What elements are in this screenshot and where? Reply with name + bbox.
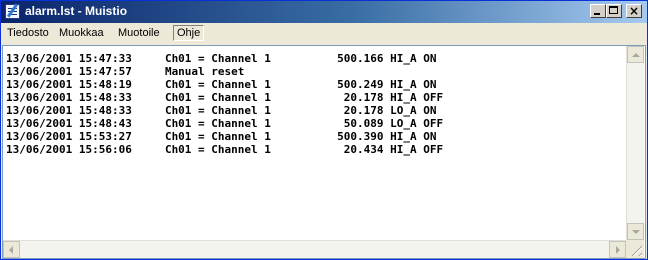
text-line: 13/06/2001 15:48:33 Ch01 = Channel 1 20.… — [6, 91, 444, 104]
text-area[interactable]: 13/06/2001 15:47:33 Ch01 = Channel 1 500… — [6, 52, 625, 238]
close-icon: × — [628, 4, 640, 18]
text-line: 13/06/2001 15:48:43 Ch01 = Channel 1 50.… — [6, 117, 444, 130]
notepad-icon[interactable] — [5, 4, 20, 19]
scroll-left-button[interactable] — [3, 241, 20, 258]
scroll-up-button[interactable] — [627, 46, 644, 63]
menu-file[interactable]: Tiedosto — [7, 25, 49, 41]
scroll-down-button[interactable] — [627, 223, 644, 240]
maximize-button[interactable] — [606, 4, 622, 18]
resize-grip[interactable] — [626, 240, 644, 258]
arrow-left-icon — [9, 246, 13, 254]
minimize-icon — [594, 13, 600, 15]
notepad-window: alarm.lst - Muistio × Tiedosto Muokkaa M… — [0, 0, 648, 260]
vertical-scrollbar[interactable] — [626, 46, 644, 240]
title-bar[interactable]: alarm.lst - Muistio × — [1, 1, 647, 23]
text-line: 13/06/2001 15:56:06 Ch01 = Channel 1 20.… — [6, 143, 444, 156]
arrow-down-icon — [632, 230, 640, 234]
menu-bar: Tiedosto Muokkaa Muotoile Ohje — [1, 23, 647, 43]
arrow-right-icon — [616, 246, 620, 254]
menu-help[interactable]: Ohje — [173, 25, 205, 41]
text-line: 13/06/2001 15:53:27 Ch01 = Channel 1 500… — [6, 130, 437, 143]
horizontal-scrollbar[interactable] — [3, 240, 626, 258]
menu-edit[interactable]: Muokkaa — [59, 25, 104, 41]
text-line: 13/06/2001 15:47:33 Ch01 = Channel 1 500… — [6, 52, 437, 65]
text-line: 13/06/2001 15:47:57 Manual reset — [6, 65, 245, 78]
close-button[interactable]: × — [626, 4, 642, 18]
maximize-icon — [609, 6, 618, 14]
text-line: 13/06/2001 15:48:33 Ch01 = Channel 1 20.… — [6, 104, 437, 117]
minimize-button[interactable] — [590, 4, 606, 18]
window-title: alarm.lst - Muistio — [25, 4, 128, 18]
text-line: 13/06/2001 15:48:19 Ch01 = Channel 1 500… — [6, 78, 437, 91]
arrow-up-icon — [632, 53, 640, 57]
editor-frame: 13/06/2001 15:47:33 Ch01 = Channel 1 500… — [2, 45, 646, 259]
menu-format[interactable]: Muotoile — [118, 25, 160, 41]
scroll-right-button[interactable] — [609, 241, 626, 258]
